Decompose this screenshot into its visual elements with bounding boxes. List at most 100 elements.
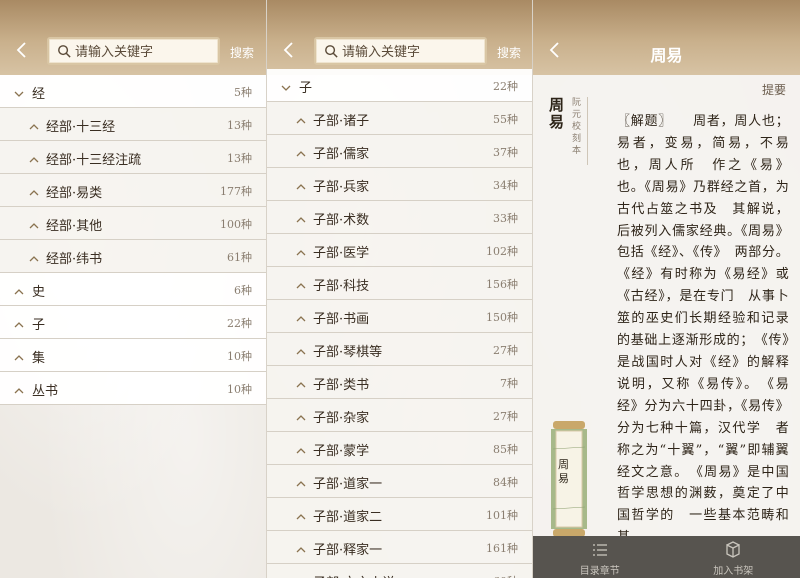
scroll-label: 周易	[558, 458, 569, 485]
row-count: 10种	[227, 383, 252, 396]
row-label: 子部·蒙学	[313, 444, 370, 459]
chevron-up-icon	[13, 283, 25, 295]
subcategory-row[interactable]: 经部·纬书 61种	[0, 240, 266, 273]
screens: 搜索 经5种经部·十三经13种经部·十三经注疏13种经部·易类177种经部·其他…	[0, 0, 800, 578]
row-label: 子部·科技	[313, 279, 370, 294]
row-label: 子部·文言小说	[313, 572, 395, 578]
row-count: 6种	[234, 284, 252, 297]
row-count: 22种	[227, 317, 252, 330]
back-button[interactable]	[12, 40, 32, 60]
subcategory-row[interactable]: 经部·易类 177种	[0, 174, 266, 207]
row-count: 27种	[493, 410, 518, 423]
chevron-up-icon	[295, 145, 307, 157]
subcategory-row[interactable]: 子部·书画 150种	[267, 300, 532, 333]
category-row[interactable]: 子 22种	[0, 306, 266, 339]
subcategory-row[interactable]: 子部·诸子 55种	[267, 102, 532, 135]
category-list: 子 22种 子部·诸子 55种 子部·儒家 37种 子部·兵家 34种 子部·术数 33种 子部·医…	[267, 69, 532, 578]
row-label: 子部·兵家	[313, 180, 370, 195]
row-label: 子部·琴棋等	[313, 345, 383, 360]
row-count: 33种	[493, 212, 518, 225]
book-description: 〖解题〗 周者，周人也；易者，变易，简易，不易也，周人所 作之《易》也。《周易》…	[617, 114, 789, 545]
row-label: 子部·道家一	[313, 477, 383, 492]
subcategory-row[interactable]: 子部·蒙学 85种	[267, 432, 532, 465]
search-input[interactable]	[342, 42, 482, 62]
row-count: 13种	[227, 152, 252, 165]
subcategory-row[interactable]: 子部·杂家 27种	[267, 399, 532, 432]
row-label: 子部·诸子	[313, 114, 370, 129]
chevron-up-icon	[28, 217, 40, 229]
row-label: 史	[32, 285, 46, 300]
book-content[interactable]: 提要 周易 阮元校刻本 〖解题〗 周者，周人也；易者，变易，简易，不易也，周人所…	[533, 75, 800, 545]
chevron-up-icon	[295, 310, 307, 322]
search-button[interactable]: 搜索	[230, 44, 254, 61]
chevron-up-icon	[28, 250, 40, 262]
chevron-down-icon	[13, 85, 25, 97]
search-input[interactable]	[75, 42, 215, 62]
chevron-up-icon	[13, 382, 25, 394]
row-count: 161种	[486, 542, 518, 555]
row-count: 102种	[486, 245, 518, 258]
row-count: 10种	[227, 350, 252, 363]
search-box[interactable]	[314, 37, 487, 65]
toc-label: 目录章节	[579, 566, 620, 577]
chevron-up-icon	[295, 376, 307, 388]
divider	[587, 97, 588, 165]
search-box[interactable]	[47, 37, 220, 65]
add-to-shelf-button[interactable]: 加入书架	[667, 536, 800, 578]
header: 搜索	[267, 0, 532, 75]
back-button[interactable]	[279, 40, 299, 60]
category-panel-zi: 搜索 子22种子部·诸子55种子部·儒家37种子部·兵家34种子部·术数33种子…	[266, 0, 532, 578]
add-to-shelf-label: 加入书架	[713, 566, 754, 577]
subcategory-row[interactable]: 子部·文言小说 60种	[267, 564, 532, 578]
category-row[interactable]: 集 10种	[0, 339, 266, 372]
row-count: 84种	[493, 476, 518, 489]
row-count: 101种	[486, 509, 518, 522]
subcategory-row[interactable]: 子部·琴棋等 27种	[267, 333, 532, 366]
subcategory-row[interactable]: 子部·儒家 37种	[267, 135, 532, 168]
bottom-toolbar: 目录章节 加入书架	[533, 536, 800, 578]
row-label: 经部·纬书	[46, 252, 103, 267]
row-label: 子	[32, 318, 46, 333]
book-detail-panel: 周易 提要 周易 阮元校刻本 〖解题〗 周者，周人也；易者，变易，简易，不易也，…	[532, 0, 800, 578]
row-label: 子	[299, 81, 313, 96]
chevron-up-icon	[295, 409, 307, 421]
category-row[interactable]: 经 5种	[0, 75, 266, 108]
subcategory-row[interactable]: 子部·科技 156种	[267, 267, 532, 300]
subcategory-row[interactable]: 经部·十三经注疏 13种	[0, 141, 266, 174]
chevron-up-icon	[13, 316, 25, 328]
row-label: 丛书	[32, 384, 59, 399]
category-list: 经 5种 经部·十三经 13种 经部·十三经注疏 13种 经部·易类 177种 经部·其他 100…	[0, 75, 266, 405]
subcategory-row[interactable]: 子部·医学 102种	[267, 234, 532, 267]
subcategory-row[interactable]: 子部·道家二 101种	[267, 498, 532, 531]
subcategory-row[interactable]: 子部·术数 33种	[267, 201, 532, 234]
row-label: 经	[32, 87, 46, 102]
subcategory-row[interactable]: 子部·类书 7种	[267, 366, 532, 399]
row-label: 子部·儒家	[313, 147, 370, 162]
chevron-up-icon	[295, 442, 307, 454]
row-count: 156种	[486, 278, 518, 291]
row-label: 子部·释家一	[313, 543, 383, 558]
row-label: 子部·道家二	[313, 510, 383, 525]
subcategory-row[interactable]: 子部·兵家 34种	[267, 168, 532, 201]
category-row[interactable]: 子 22种	[267, 69, 532, 102]
row-label: 经部·其他	[46, 219, 103, 234]
row-count: 34种	[493, 179, 518, 192]
search-button[interactable]: 搜索	[497, 44, 521, 61]
chevron-up-icon	[295, 244, 307, 256]
book-title: 周易	[549, 96, 565, 131]
chevron-up-icon	[28, 184, 40, 196]
row-label: 子部·类书	[313, 378, 370, 393]
category-row[interactable]: 史 6种	[0, 273, 266, 306]
subcategory-row[interactable]: 经部·十三经 13种	[0, 108, 266, 141]
subcategory-row[interactable]: 经部·其他 100种	[0, 207, 266, 240]
row-label: 子部·书画	[313, 312, 370, 327]
chevron-up-icon	[295, 211, 307, 223]
row-label: 子部·医学	[313, 246, 370, 261]
chevron-up-icon	[295, 574, 307, 578]
category-row[interactable]: 丛书 10种	[0, 372, 266, 405]
header: 周易	[533, 0, 800, 75]
chevron-up-icon	[295, 343, 307, 355]
toc-button[interactable]: 目录章节	[533, 536, 667, 578]
subcategory-row[interactable]: 子部·道家一 84种	[267, 465, 532, 498]
subcategory-row[interactable]: 子部·释家一 161种	[267, 531, 532, 564]
